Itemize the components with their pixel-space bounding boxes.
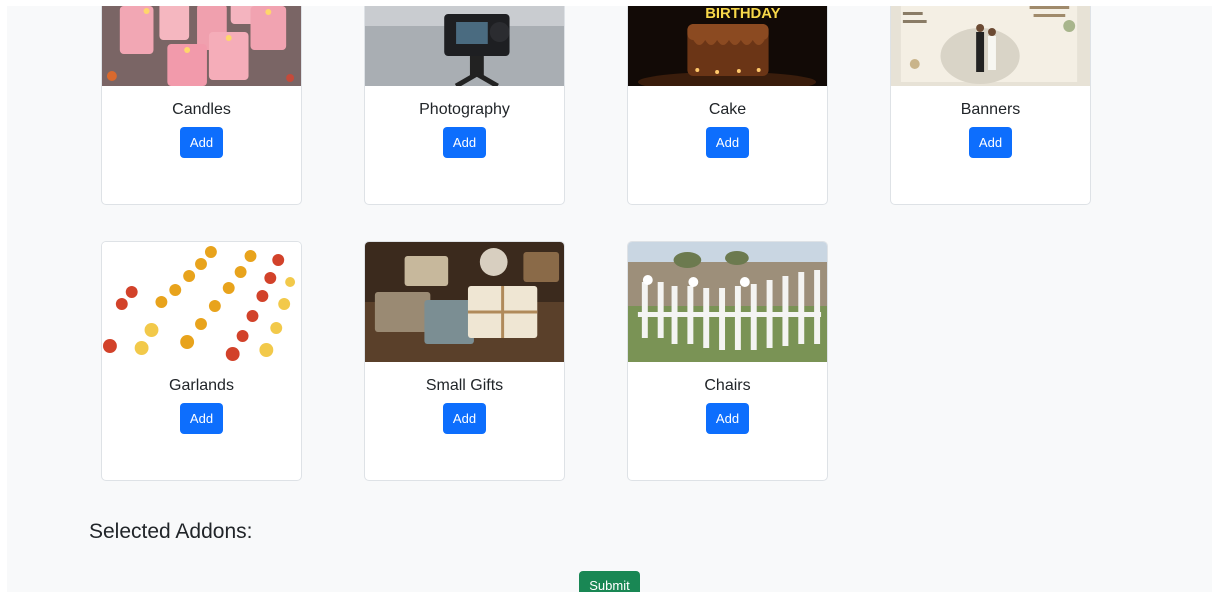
addon-card-photography: Photography Add — [364, 6, 565, 205]
addon-title: Photography — [419, 101, 510, 118]
addon-title: Chairs — [704, 377, 751, 394]
banners-image — [891, 6, 1090, 86]
candles-image — [102, 6, 301, 86]
birthday-image-text: BIRTHDAY — [705, 6, 780, 22]
add-chairs-button[interactable]: Add — [706, 403, 749, 434]
submit-button[interactable]: Submit — [579, 571, 640, 592]
addon-card-candles: Candles Add — [101, 6, 302, 205]
addon-title: Candles — [172, 101, 231, 118]
photography-image — [365, 6, 564, 86]
addon-card-garlands: Garlands Add — [101, 241, 302, 481]
addon-card-banners: Banners Add — [890, 6, 1091, 205]
addon-card-cake: BIRTHDAY Cake Add — [627, 6, 828, 205]
add-small-gifts-button[interactable]: Add — [443, 403, 486, 434]
small-gifts-image — [365, 242, 564, 362]
add-banners-button[interactable]: Add — [969, 127, 1012, 158]
addon-card-small-gifts: Small Gifts Add — [364, 241, 565, 481]
garlands-image — [102, 242, 301, 362]
add-photography-button[interactable]: Add — [443, 127, 486, 158]
addon-title: Cake — [708, 101, 747, 118]
add-garlands-button[interactable]: Add — [180, 403, 223, 434]
cake-image: BIRTHDAY — [628, 6, 827, 86]
addon-title: Small Gifts — [425, 377, 504, 394]
add-candles-button[interactable]: Add — [180, 127, 223, 158]
add-cake-button[interactable]: Add — [706, 127, 749, 158]
selected-addons-heading: Selected Addons: — [89, 520, 253, 543]
addon-card-chairs: Chairs Add — [627, 241, 828, 481]
addon-title: Banners — [960, 101, 1021, 118]
addon-title: Garlands — [169, 377, 234, 394]
addons-page: Candles Add Photography Add BIRTHDAY Cak… — [7, 6, 1212, 592]
chairs-image — [628, 242, 827, 362]
